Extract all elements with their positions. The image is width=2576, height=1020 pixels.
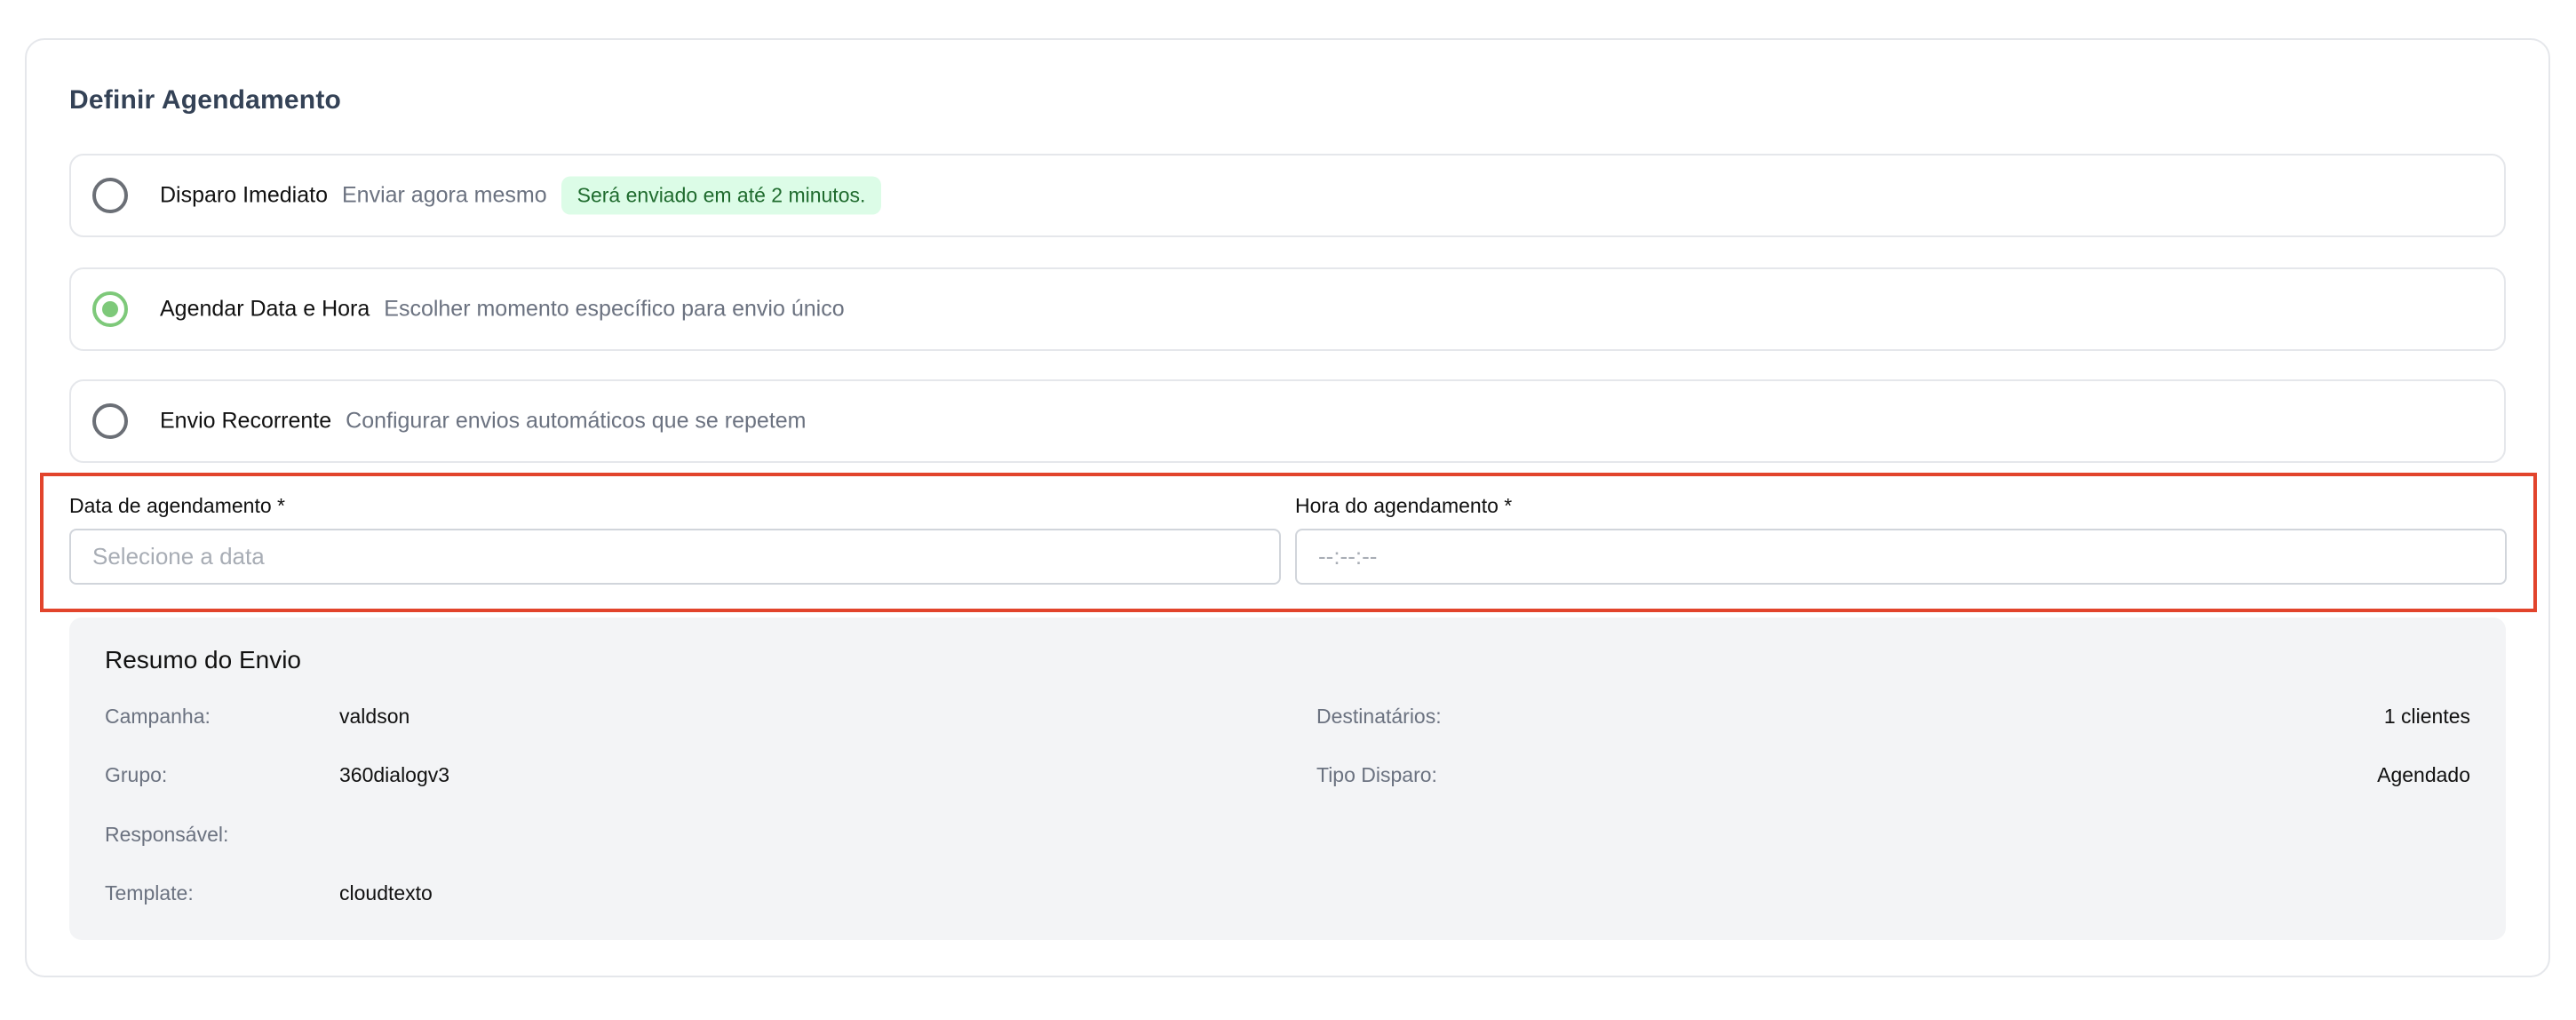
option-immediate-dispatch[interactable]: Disparo Imediato Enviar agora mesmo Será… [69,154,2506,237]
option-description: Configurar envios automáticos que se rep… [346,408,807,434]
option-title: Agendar Data e Hora [160,296,370,322]
radio-recurring[interactable] [92,403,128,439]
option-description: Escolher momento específico para envio ú… [384,296,845,322]
option-title: Disparo Imediato [160,182,328,208]
option-description: Enviar agora mesmo [341,182,547,208]
send-summary-panel: Resumo do Envio Campanha: valdson Grupo:… [69,618,2506,940]
radio-schedule-date-time[interactable] [92,291,128,327]
dispatch-type-label: Tipo Disparo: [1316,763,1437,786]
template-value: cloudtexto [339,881,433,904]
option-schedule-label-group: Agendar Data e Hora Escolher momento esp… [160,297,859,323]
dispatch-type-value: Agendado [2377,763,2470,786]
option-title: Envio Recorrente [160,408,332,434]
template-label: Template: [105,881,194,904]
group-label: Grupo: [105,763,168,786]
radio-immediate-dispatch[interactable] [92,178,128,213]
date-field-label: Data de agendamento * [69,494,285,517]
option-immediate-label-group: Disparo Imediato Enviar agora mesmo Será… [160,176,882,215]
responsible-label: Responsável: [105,823,229,846]
recipients-label: Destinatários: [1316,705,1442,728]
campaign-label: Campanha: [105,705,211,728]
status-badge: Será enviado em até 2 minutos. [561,176,882,215]
option-recurring[interactable]: Envio Recorrente Configurar envios autom… [69,379,2506,463]
campaign-value: valdson [339,705,410,728]
option-schedule-date-time[interactable]: Agendar Data e Hora Escolher momento esp… [69,267,2506,351]
time-input[interactable] [1295,529,2507,585]
time-field-label: Hora do agendamento * [1295,494,1513,517]
recipients-value: 1 clientes [2383,705,2470,728]
group-value: 360dialogv3 [339,763,450,786]
date-input[interactable] [69,529,1281,585]
summary-title: Resumo do Envio [105,646,302,673]
section-title: Definir Agendamento [69,85,342,115]
option-recurring-label-group: Envio Recorrente Configurar envios autom… [160,409,821,434]
